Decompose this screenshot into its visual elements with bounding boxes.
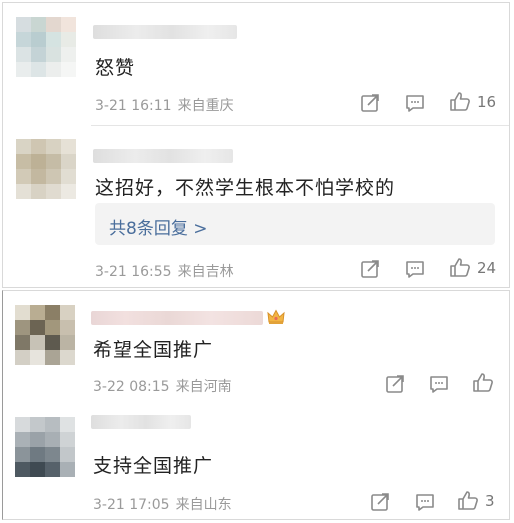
share-icon[interactable] — [359, 258, 381, 280]
like-icon[interactable] — [457, 489, 479, 511]
comment-icon[interactable] — [414, 491, 436, 513]
avatar[interactable] — [16, 139, 76, 199]
comment-location: 来自吉林 — [177, 264, 234, 280]
comment-text: 希望全国推广 — [93, 339, 214, 361]
comment-item: 怒赞 3-21 16:11 来自重庆 16 — [3, 3, 509, 121]
comment-icon[interactable] — [428, 373, 450, 395]
comment-time: 3-21 17:05 — [93, 497, 170, 513]
like-count: 16 — [477, 93, 497, 111]
comment-time: 3-22 08:15 — [93, 379, 170, 395]
comment-meta: 3-21 16:55 来自吉林 — [95, 261, 234, 281]
username-blurred[interactable] — [93, 149, 233, 163]
comment-text: 支持全国推广 — [93, 455, 214, 477]
comments-panel-bottom: 希望全国推广 3-22 08:15 来自河南 支持全国推广 3-21 17:05 来… — [2, 290, 510, 520]
reply-summary-box[interactable]: 共8条回复 > — [95, 203, 495, 245]
comment-meta: 3-21 17:05 来自山东 — [93, 494, 232, 514]
avatar[interactable] — [16, 17, 76, 77]
like-icon[interactable] — [449, 90, 471, 112]
divider — [91, 125, 509, 126]
comment-time: 3-21 16:11 — [95, 98, 172, 114]
like-icon[interactable] — [472, 371, 494, 393]
avatar[interactable] — [15, 305, 75, 365]
username-blurred[interactable] — [91, 415, 191, 429]
share-icon[interactable] — [384, 373, 406, 395]
like-count: 3 — [485, 492, 495, 510]
comments-panel-top: 怒赞 3-21 16:11 来自重庆 16 这招好，不然学生根本不怕学校的 共8条… — [2, 2, 510, 288]
comment-meta: 3-21 16:11 来自重庆 — [95, 95, 234, 115]
comment-location: 来自重庆 — [177, 98, 234, 114]
comment-location: 来自河南 — [175, 379, 232, 395]
comment-icon[interactable] — [404, 258, 426, 280]
like-count: 24 — [477, 259, 497, 277]
comment-location: 来自山东 — [175, 497, 232, 513]
comment-icon[interactable] — [404, 92, 426, 114]
comment-text: 怒赞 — [95, 57, 136, 79]
share-icon[interactable] — [369, 491, 391, 513]
comment-item: 这招好，不然学生根本不怕学校的 共8条回复 > 3-21 16:55 来自吉林 2… — [3, 129, 509, 287]
avatar[interactable] — [15, 417, 75, 477]
comment-item: 支持全国推广 3-21 17:05 来自山东 3 — [3, 405, 509, 519]
username-blurred[interactable] — [93, 25, 237, 39]
comment-time: 3-21 16:55 — [95, 264, 172, 280]
comment-item: 希望全国推广 3-22 08:15 来自河南 — [3, 291, 509, 403]
like-icon[interactable] — [449, 256, 471, 278]
share-icon[interactable] — [359, 92, 381, 114]
username-blurred[interactable] — [91, 311, 263, 325]
crown-badge-icon — [267, 309, 285, 324]
comment-meta: 3-22 08:15 来自河南 — [93, 376, 232, 396]
reply-summary-link[interactable]: 共8条回复 > — [109, 214, 207, 239]
comment-text: 这招好，不然学生根本不怕学校的 — [95, 177, 396, 199]
